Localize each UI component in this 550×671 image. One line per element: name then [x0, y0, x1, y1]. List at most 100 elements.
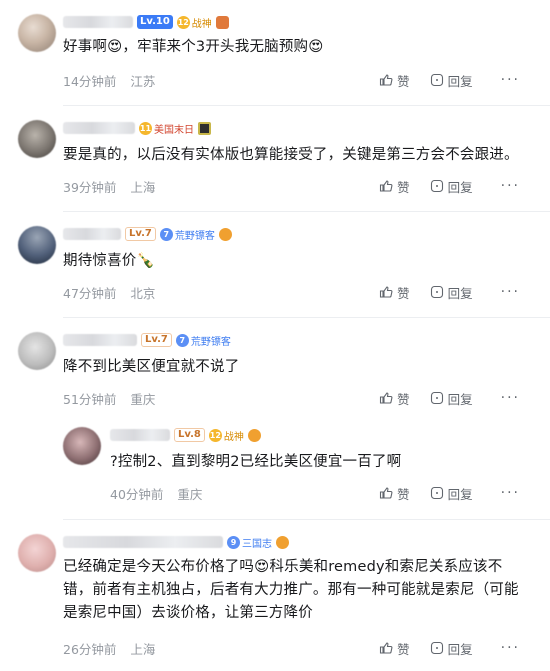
more-button[interactable]: ···	[501, 640, 520, 656]
reply-button[interactable]: 回复	[430, 71, 473, 90]
like-label: 赞	[397, 285, 410, 301]
username[interactable]	[110, 429, 170, 441]
like-button[interactable]: 赞	[379, 283, 410, 302]
medal-icon	[215, 15, 229, 29]
reply-button[interactable]: 回复	[430, 177, 473, 196]
location: 重庆	[177, 486, 203, 502]
fan-badge[interactable]: 11 美国末日	[139, 120, 194, 136]
medal-icon	[276, 535, 289, 549]
reply-button[interactable]: 回复	[430, 389, 473, 408]
thumbs-up-icon	[380, 74, 393, 86]
avatar[interactable]	[63, 427, 101, 465]
reply-button[interactable]: 回复	[430, 484, 473, 503]
medal-icon	[198, 121, 211, 135]
avatar[interactable]	[18, 332, 56, 370]
comment-text: ?控制2、直到黎明2已经比美区便宜一百了啊	[110, 454, 402, 470]
comment-actions: 赞 回复 ···	[379, 176, 520, 196]
comment-text: 期待惊喜价🍾	[63, 253, 155, 269]
badge-num: 11	[139, 121, 152, 135]
badge-label: 战神	[223, 431, 244, 443]
comment-actions: 赞 回复 ···	[379, 638, 520, 658]
more-button[interactable]: ···	[501, 284, 520, 300]
comment-meta: 51分钟前 重庆	[63, 388, 155, 408]
user-meta: Lv.8 12 战神	[110, 425, 261, 445]
comment-actions: 赞 回复 ···	[379, 282, 520, 302]
like-button[interactable]: 赞	[379, 71, 410, 90]
comment-text: 好事啊😍，牢菲来个3开头我无脑预购😍	[63, 39, 324, 55]
more-button[interactable]: ···	[501, 72, 520, 88]
like-label: 赞	[397, 179, 410, 195]
comment-meta: 47分钟前 北京	[63, 282, 155, 302]
comment-actions: 赞 回复 ···	[379, 70, 520, 90]
username[interactable]	[63, 228, 121, 240]
avatar[interactable]	[18, 14, 56, 52]
fan-badge[interactable]: 7 荒野镖客	[175, 332, 231, 348]
more-button[interactable]: ···	[501, 178, 520, 194]
reply-label: 回复	[447, 641, 473, 657]
reply-label: 回复	[447, 73, 473, 89]
username[interactable]	[63, 536, 223, 548]
more-button[interactable]: ···	[501, 390, 520, 406]
like-label: 赞	[397, 486, 410, 502]
comment-text: 已经确定是今天公布价格了吗😍科乐美和remedy和索尼关系应该不 错，前者有主机…	[63, 556, 519, 625]
divider	[63, 211, 550, 212]
fan-badge[interactable]: 12 战神	[176, 14, 212, 30]
user-meta: Lv.10 12 战神	[63, 12, 229, 32]
user-meta: 11 美国末日	[63, 118, 211, 138]
reply-label: 回复	[447, 486, 473, 502]
user-meta: Lv.7 7 荒野镖客	[63, 224, 232, 244]
location: 上海	[130, 641, 156, 657]
avatar[interactable]	[18, 226, 56, 264]
badge-label: 美国末日	[154, 124, 194, 136]
badge-label: 三国志	[242, 538, 272, 550]
comment-meta: 40分钟前 重庆	[110, 483, 202, 503]
reply-button[interactable]: 回复	[430, 283, 473, 302]
username[interactable]	[63, 122, 135, 134]
location: 重庆	[130, 391, 156, 407]
more-button[interactable]: ···	[501, 485, 520, 501]
reply-icon	[430, 285, 443, 299]
fan-badge[interactable]: 9 三国志	[227, 534, 272, 550]
badge-label: 荒野镖客	[190, 336, 231, 348]
comment-actions: 赞 回复 ···	[379, 483, 520, 503]
reply-icon	[430, 179, 443, 193]
text-line: 已经确定是今天公布价格了吗😍科乐美和remedy和索尼关系应该不	[63, 559, 503, 575]
medal-icon	[247, 428, 261, 442]
level-badge: Lv.10	[137, 15, 173, 29]
divider	[63, 105, 550, 106]
badge-num: 12	[176, 15, 190, 29]
like-button[interactable]: 赞	[379, 389, 410, 408]
thumbs-up-icon	[380, 286, 393, 298]
comment-meta: 26分钟前 上海	[63, 638, 155, 658]
comment-meta: 14分钟前 江苏	[63, 70, 155, 90]
comment-actions: 赞 回复 ···	[379, 388, 520, 408]
badge-num: 7	[159, 227, 173, 241]
username[interactable]	[63, 334, 137, 346]
like-button[interactable]: 赞	[379, 639, 410, 658]
like-label: 赞	[397, 641, 410, 657]
username[interactable]	[63, 16, 133, 28]
badge-num: 12	[208, 428, 222, 442]
fan-badge[interactable]: 12 战神	[208, 427, 244, 443]
fan-badge[interactable]: 7 荒野镖客	[159, 226, 215, 242]
like-label: 赞	[397, 391, 410, 407]
reply-icon	[430, 641, 443, 655]
reply-button[interactable]: 回复	[430, 639, 473, 658]
location: 北京	[130, 285, 156, 301]
divider	[63, 519, 550, 520]
timestamp: 14分钟前	[63, 73, 117, 89]
level-badge: Lv.7	[141, 333, 172, 347]
avatar[interactable]	[18, 120, 56, 158]
avatar[interactable]	[18, 534, 56, 572]
text-line: 错，前者有主机独占，后者有大力推广。那有一种可能就是索尼（可能	[63, 582, 519, 598]
badge-label: 战神	[191, 18, 212, 30]
thumbs-up-icon	[380, 180, 393, 192]
like-button[interactable]: 赞	[379, 484, 410, 503]
like-button[interactable]: 赞	[379, 177, 410, 196]
location: 上海	[130, 179, 156, 195]
reply-label: 回复	[447, 391, 473, 407]
timestamp: 40分钟前	[110, 486, 164, 502]
comment-meta: 39分钟前 上海	[63, 176, 155, 196]
badge-num: 9	[227, 535, 240, 549]
badge-label: 荒野镖客	[174, 230, 215, 242]
